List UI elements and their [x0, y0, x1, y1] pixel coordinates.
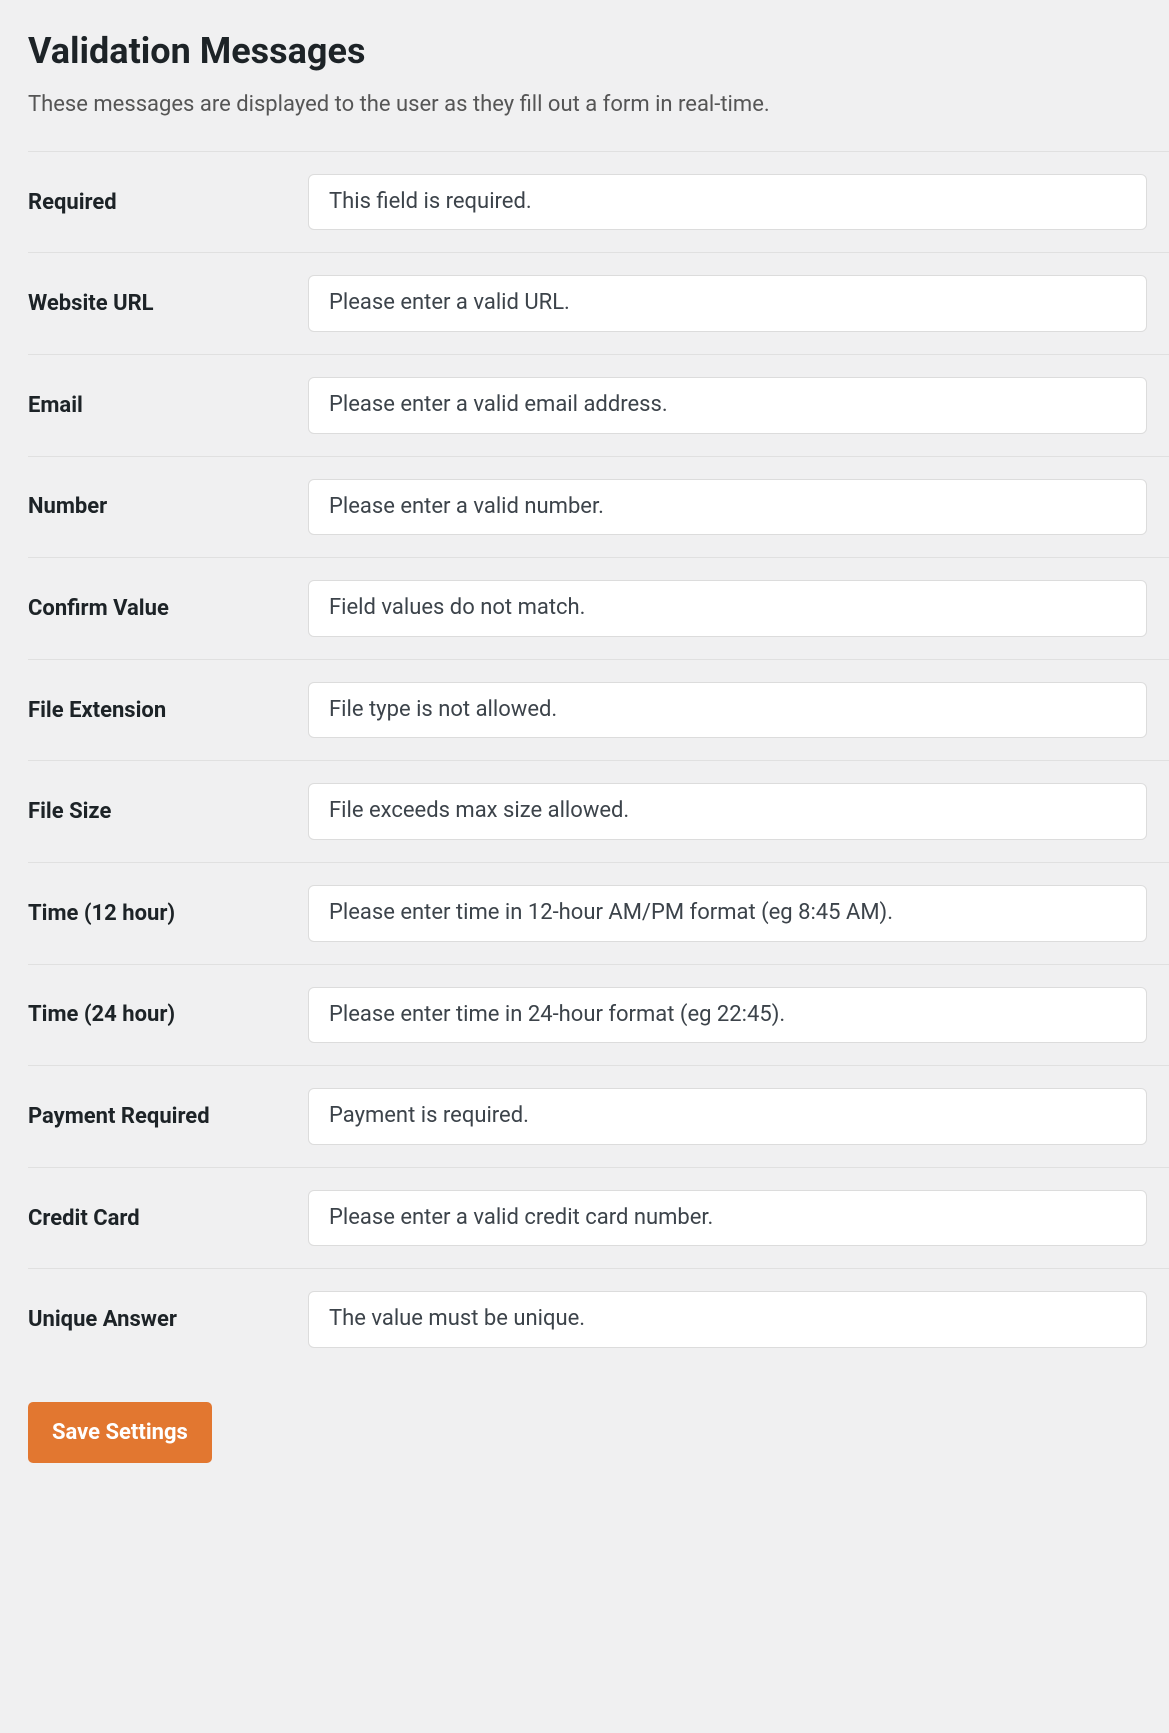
row-credit-card: Credit Card [28, 1167, 1169, 1269]
save-button[interactable]: Save Settings [28, 1402, 212, 1463]
row-website-url: Website URL [28, 253, 1169, 355]
input-time-24[interactable] [308, 987, 1147, 1044]
input-file-size[interactable] [308, 783, 1147, 840]
input-email[interactable] [308, 377, 1147, 434]
label-unique-answer: Unique Answer [28, 1269, 308, 1370]
input-required[interactable] [308, 174, 1147, 231]
input-credit-card[interactable] [308, 1190, 1147, 1247]
label-time-12: Time (12 hour) [28, 862, 308, 964]
page-title: Validation Messages [28, 30, 1169, 72]
page-description: These messages are displayed to the user… [28, 90, 1169, 121]
row-time-12: Time (12 hour) [28, 862, 1169, 964]
row-payment-required: Payment Required [28, 1066, 1169, 1168]
label-required: Required [28, 151, 308, 253]
label-file-extension: File Extension [28, 659, 308, 761]
label-credit-card: Credit Card [28, 1167, 308, 1269]
input-website-url[interactable] [308, 275, 1147, 332]
label-number: Number [28, 456, 308, 558]
input-file-extension[interactable] [308, 682, 1147, 739]
row-number: Number [28, 456, 1169, 558]
label-file-size: File Size [28, 761, 308, 863]
row-email: Email [28, 354, 1169, 456]
label-website-url: Website URL [28, 253, 308, 355]
label-email: Email [28, 354, 308, 456]
input-confirm-value[interactable] [308, 580, 1147, 637]
label-payment-required: Payment Required [28, 1066, 308, 1168]
row-file-extension: File Extension [28, 659, 1169, 761]
row-confirm-value: Confirm Value [28, 558, 1169, 660]
row-required: Required [28, 151, 1169, 253]
input-time-12[interactable] [308, 885, 1147, 942]
row-file-size: File Size [28, 761, 1169, 863]
label-confirm-value: Confirm Value [28, 558, 308, 660]
label-time-24: Time (24 hour) [28, 964, 308, 1066]
row-time-24: Time (24 hour) [28, 964, 1169, 1066]
validation-settings-table: Required Website URL Email Number Confir… [28, 151, 1169, 1370]
input-payment-required[interactable] [308, 1088, 1147, 1145]
input-unique-answer[interactable] [308, 1291, 1147, 1348]
row-unique-answer: Unique Answer [28, 1269, 1169, 1370]
input-number[interactable] [308, 479, 1147, 536]
